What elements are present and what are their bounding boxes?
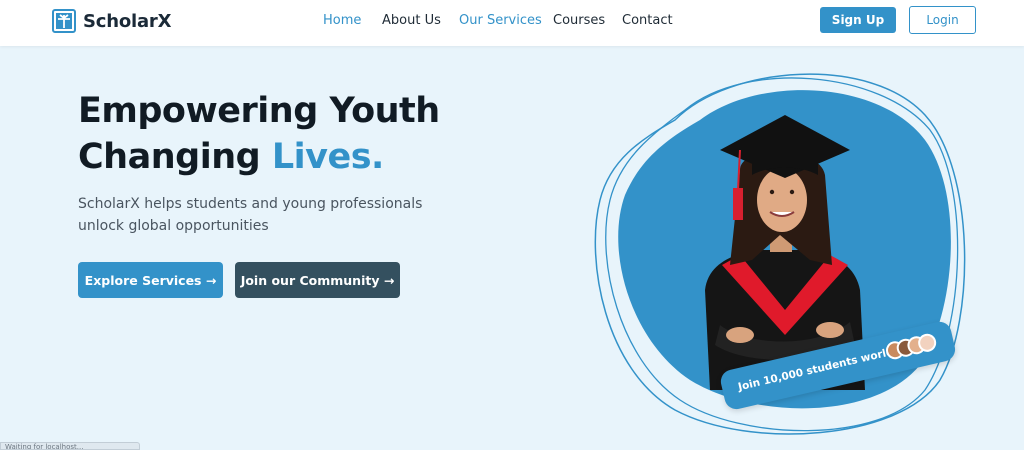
explore-services-button[interactable]: Explore Services →	[78, 262, 223, 298]
login-button[interactable]: Login	[909, 6, 976, 34]
hero-title: Empowering Youth Changing Lives.	[78, 88, 440, 180]
nav-link-home[interactable]: Home	[323, 13, 361, 28]
hero-subtitle: ScholarX helps students and young profes…	[78, 196, 423, 234]
graduate-tassel	[733, 188, 743, 220]
nav-link-our-services[interactable]: Our Services	[459, 13, 542, 28]
nav-link-about-us[interactable]: About Us	[382, 13, 441, 28]
join-community-button[interactable]: Join our Community →	[235, 262, 400, 298]
nav-link-contact[interactable]: Contact	[622, 13, 673, 28]
sign-up-button[interactable]: Sign Up	[820, 7, 896, 33]
graduate-face	[757, 168, 807, 232]
hero-title-line2: Changing	[78, 137, 272, 177]
browser-status-bar: Waiting for localhost...	[0, 442, 140, 450]
graduate-eye-right	[789, 189, 795, 195]
nav-link-courses[interactable]: Courses	[553, 13, 605, 28]
top-navbar: ScholarX Home About Us Our Services Cour…	[0, 0, 1024, 46]
graduate-eye-left	[769, 189, 775, 195]
graduate-hand-right	[816, 322, 844, 338]
hero-title-accent: Lives.	[271, 137, 384, 177]
hero-title-line1: Empowering Youth	[78, 91, 440, 131]
graduate-hand-left	[726, 327, 754, 343]
